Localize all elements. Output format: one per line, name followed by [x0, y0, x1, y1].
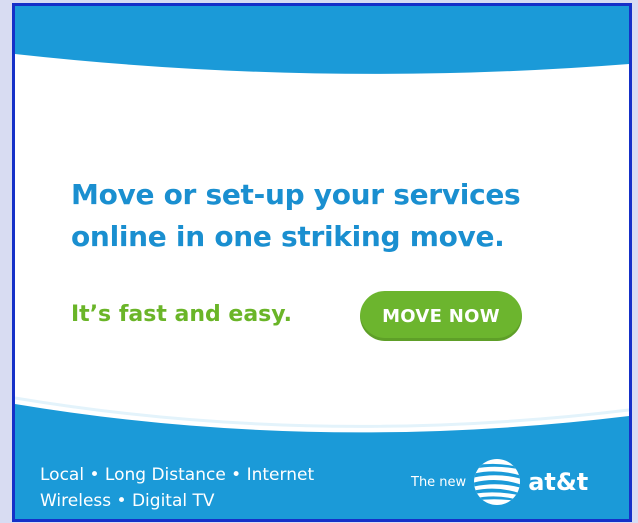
- ad-background: [15, 6, 629, 519]
- att-logo[interactable]: The new at&t: [411, 454, 616, 510]
- services-list: Local • Long Distance • Internet Wireles…: [40, 462, 314, 514]
- tagline: It’s fast and easy.: [71, 302, 292, 327]
- services-line-1: Local • Long Distance • Internet: [40, 465, 315, 485]
- brand-name: at&t: [528, 468, 589, 496]
- move-now-button[interactable]: MOVE NOW: [360, 291, 522, 341]
- brand-prefix: The new: [411, 474, 467, 490]
- headline-line-1: Move or set-up your services: [71, 178, 521, 211]
- top-wave-band: [15, 6, 629, 74]
- ad-banner[interactable]: Move or set-up your services online in o…: [12, 3, 632, 522]
- headline-line-2: online in one striking move.: [71, 220, 505, 253]
- att-globe-icon: [474, 459, 521, 505]
- services-line-2: Wireless • Digital TV: [40, 491, 215, 511]
- headline: Move or set-up your services online in o…: [71, 174, 611, 258]
